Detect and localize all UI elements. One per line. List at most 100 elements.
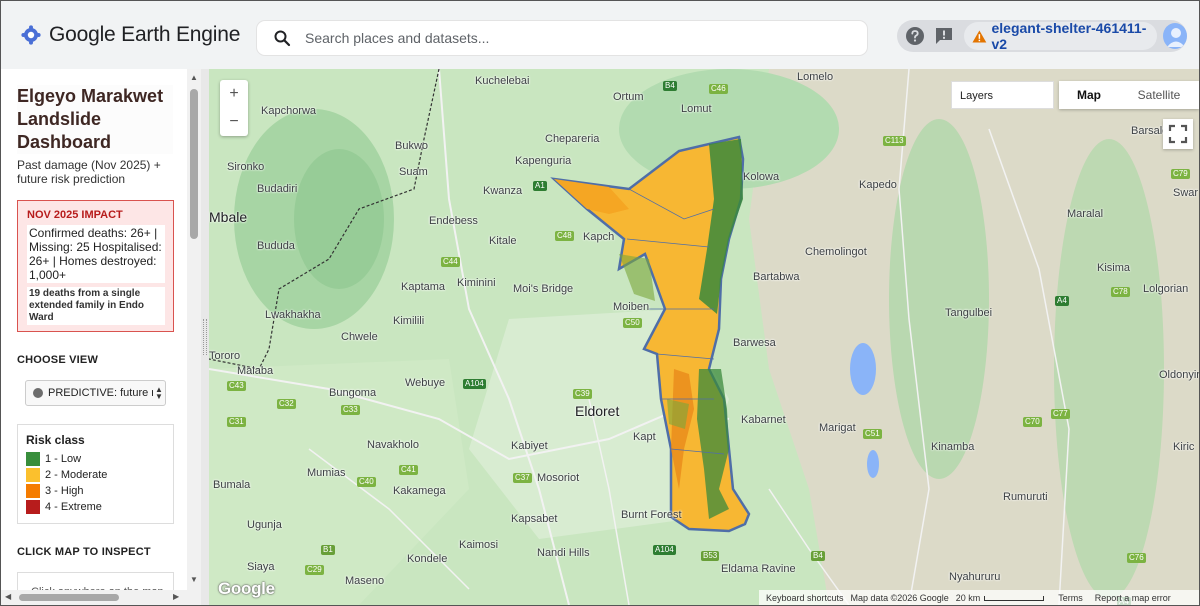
road-shield: C113	[883, 136, 906, 146]
legend-swatch	[26, 500, 40, 514]
place-label: Nyahururu	[949, 571, 1001, 583]
place-label: Oldonyir	[1159, 369, 1199, 381]
road-shield: A104	[653, 545, 676, 555]
place-label: Mbale	[209, 209, 248, 225]
report-map-error-link[interactable]: Report a map error	[1095, 593, 1171, 603]
map-canvas[interactable]: Kuchelebai Ortum Lomelo Kapchorwa Bukwo …	[209, 69, 1199, 605]
feedback-button[interactable]	[933, 25, 953, 47]
map-footer: Keyboard shortcuts Map data ©2026 Google…	[759, 590, 1199, 605]
legend-title: Risk class	[26, 433, 85, 447]
panel-horizontal-scrollbar[interactable]: ◀ ▶	[1, 590, 187, 605]
place-label: Mosoriot	[537, 472, 580, 484]
app-window: Google Earth Engine Search places and da…	[0, 0, 1200, 606]
place-label: Mumias	[307, 467, 346, 479]
dashboard-subtitle: Past damage (Nov 2025) + future risk pre…	[17, 158, 161, 186]
road-shield: B4	[811, 551, 825, 561]
road-shield: C77	[1051, 409, 1070, 419]
scale-label[interactable]: 20 km	[956, 593, 1045, 603]
map-type-control: Map Satellite	[1059, 81, 1199, 109]
road-shield: C40	[357, 477, 376, 487]
terms-link[interactable]: Terms	[1058, 593, 1083, 603]
place-label: Chemolingot	[805, 246, 867, 258]
place-label: Bungoma	[329, 387, 377, 399]
project-name: elegant-shelter-461411-v2	[991, 20, 1147, 52]
place-label: Maseno	[345, 575, 385, 587]
place-label: Kondele	[407, 553, 448, 565]
earth-engine-logo-icon	[21, 25, 41, 45]
search-icon	[274, 30, 291, 47]
place-label: Endebess	[429, 215, 478, 227]
scroll-down-icon[interactable]: ▼	[189, 575, 199, 584]
select-arrows-icon: ▲ ▼	[155, 385, 163, 401]
place-label: Kolowa	[743, 171, 780, 183]
place-label: Chwele	[341, 331, 378, 343]
panel-content: Elgeyo Marakwet Landslide Dashboard Past…	[1, 69, 187, 605]
impact-stats: Confirmed deaths: 26+ | Missing: 25 Hosp…	[27, 225, 165, 283]
inspect-heading: CLICK MAP TO INSPECT	[17, 546, 151, 558]
road-shield: A1	[533, 181, 547, 191]
fullscreen-icon	[1168, 124, 1188, 144]
legend-swatch	[26, 484, 40, 498]
zoom-out-button[interactable]: −	[220, 108, 248, 136]
road-shield: C32	[277, 399, 296, 409]
place-label: Bumala	[213, 479, 251, 491]
feedback-icon	[935, 28, 952, 44]
scroll-up-icon[interactable]: ▲	[189, 73, 199, 82]
help-button[interactable]	[905, 25, 925, 47]
project-selector[interactable]: elegant-shelter-461411-v2	[963, 20, 1157, 52]
road-shield: A4	[1055, 296, 1069, 306]
view-select-value: PREDICTIVE: future ri	[48, 387, 153, 399]
search-bar[interactable]	[257, 21, 867, 55]
app-name: Google Earth Engine	[49, 23, 241, 46]
choose-view-heading: CHOOSE VIEW	[17, 354, 99, 366]
layers-button[interactable]: Layers	[951, 81, 1054, 109]
zoom-control: + −	[220, 80, 248, 136]
map-type-map-button[interactable]: Map	[1059, 81, 1119, 109]
panel-resize-handle[interactable]	[201, 69, 209, 605]
legend-swatch	[26, 468, 40, 482]
place-label: Kabiyet	[511, 440, 548, 452]
place-label: Lwakhakha	[265, 309, 321, 321]
road-shield: C78	[1111, 287, 1130, 297]
place-label: Eldoret	[575, 403, 620, 419]
place-label: Kwanza	[483, 185, 523, 197]
road-shield: B1	[321, 545, 335, 555]
scroll-right-icon[interactable]: ▶	[173, 592, 179, 601]
keyboard-shortcuts-link[interactable]: Keyboard shortcuts	[766, 593, 844, 603]
place-label: Burnt Forest	[621, 509, 682, 521]
place-label: Kaptama	[401, 281, 446, 293]
place-label: Kakamega	[393, 485, 446, 497]
zoom-in-button[interactable]: +	[220, 80, 248, 108]
app-logo[interactable]: Google Earth Engine	[21, 23, 240, 47]
panel-vertical-scrollbar[interactable]: ▲ ▼	[187, 69, 201, 605]
crystal-ball-icon	[33, 388, 43, 398]
top-bar: Google Earth Engine Search places and da…	[1, 1, 1199, 69]
place-label: Lomelo	[797, 71, 834, 83]
place-label: Malaba	[237, 365, 274, 377]
road-shield: C41	[399, 465, 418, 475]
legend-item-extreme: 4 - Extreme	[26, 499, 166, 515]
place-label: Kitale	[489, 235, 517, 247]
place-label: Eldama Ravine	[721, 563, 796, 575]
place-label: Kimilili	[393, 315, 425, 327]
place-label: Kiric	[1173, 441, 1195, 453]
place-label: Kapenguria	[515, 155, 572, 167]
place-label: Bartabwa	[753, 271, 800, 283]
place-label: Swar	[1173, 187, 1199, 199]
place-label: Bududa	[257, 240, 295, 252]
vertical-scroll-thumb[interactable]	[190, 89, 198, 239]
horizontal-scroll-thumb[interactable]	[19, 594, 119, 601]
legend-label: 4 - Extreme	[45, 501, 102, 513]
search-input[interactable]	[305, 23, 867, 53]
place-label: Sironko	[227, 161, 265, 173]
road-shield: B4	[663, 81, 677, 91]
place-label: Navakholo	[367, 439, 419, 451]
fullscreen-button[interactable]	[1163, 119, 1193, 149]
place-label: Kisima	[1097, 262, 1131, 274]
view-select[interactable]: PREDICTIVE: future ri ▲ ▼	[25, 380, 166, 406]
place-label: Kaimosi	[459, 539, 499, 551]
account-avatar[interactable]	[1162, 23, 1187, 49]
map-type-satellite-button[interactable]: Satellite	[1119, 81, 1199, 109]
road-shield: C51	[863, 429, 882, 439]
scroll-left-icon[interactable]: ◀	[5, 592, 11, 601]
